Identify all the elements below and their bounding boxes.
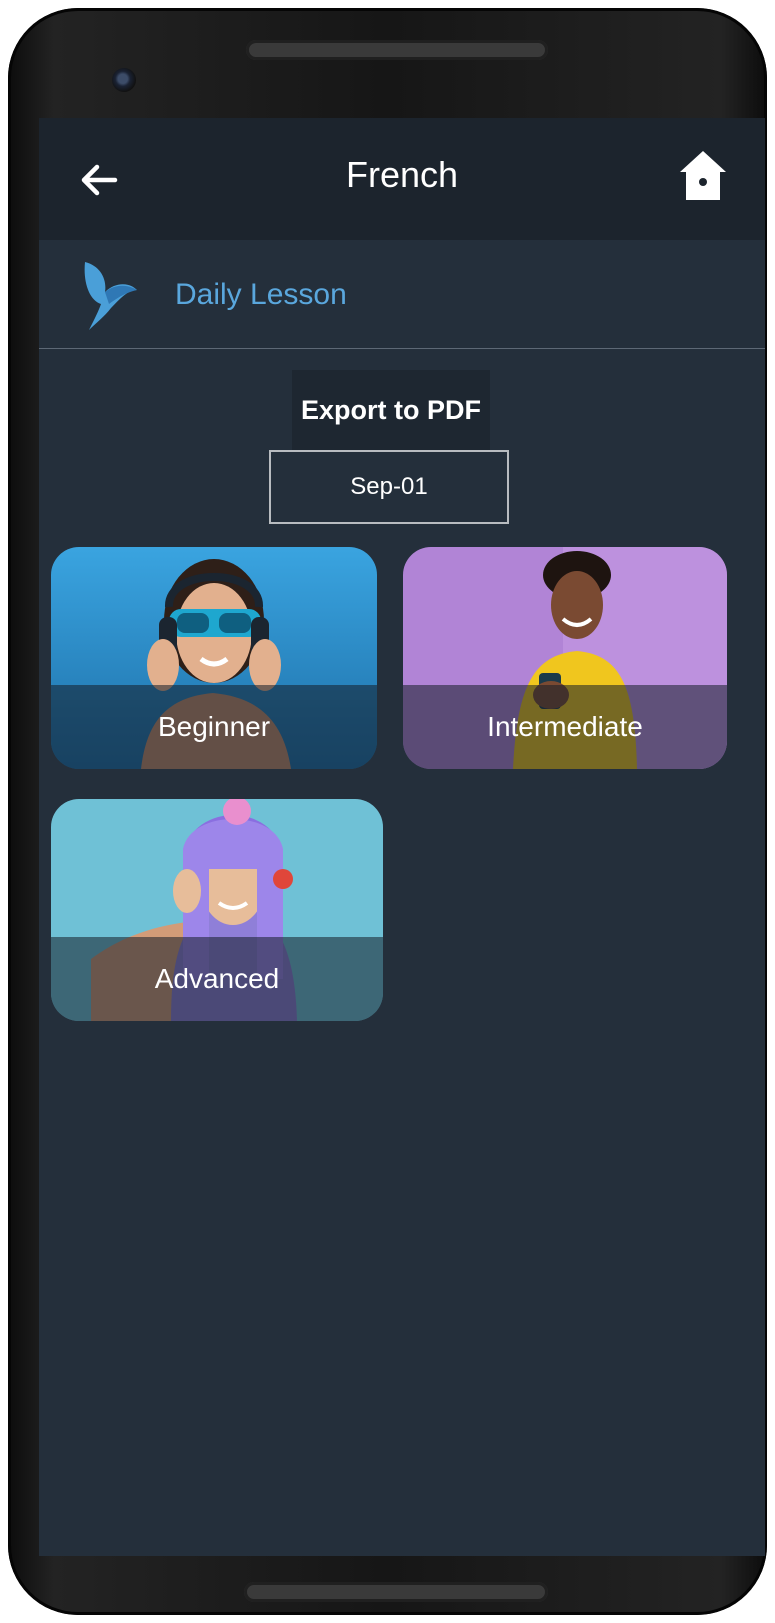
phone-frame: French Daily Lesson Export to PDF Sep-01 [8,8,767,1615]
earpiece-speaker [246,40,548,60]
daily-lesson-row[interactable]: Daily Lesson [39,240,765,349]
home-button[interactable] [677,148,729,206]
app-screen: French Daily Lesson Export to PDF Sep-01 [39,118,765,1556]
level-card-advanced[interactable]: Advanced [51,799,383,1021]
date-selector[interactable]: Sep-01 [269,450,509,524]
daily-lesson-label: Daily Lesson [175,278,347,311]
level-card-intermediate[interactable]: Intermediate [403,547,727,769]
export-pdf-button[interactable]: Export to PDF [292,370,490,450]
app-bar: French [39,118,765,240]
intermediate-label: Intermediate [403,685,727,769]
page-title: French [345,154,459,195]
bottom-speaker [244,1582,548,1602]
advanced-label: Advanced [51,937,383,1021]
bird-logo-icon [84,262,137,330]
front-camera [112,68,136,92]
beginner-label: Beginner [51,685,377,769]
level-card-beginner[interactable]: Beginner [51,547,377,769]
home-icon [680,151,726,200]
